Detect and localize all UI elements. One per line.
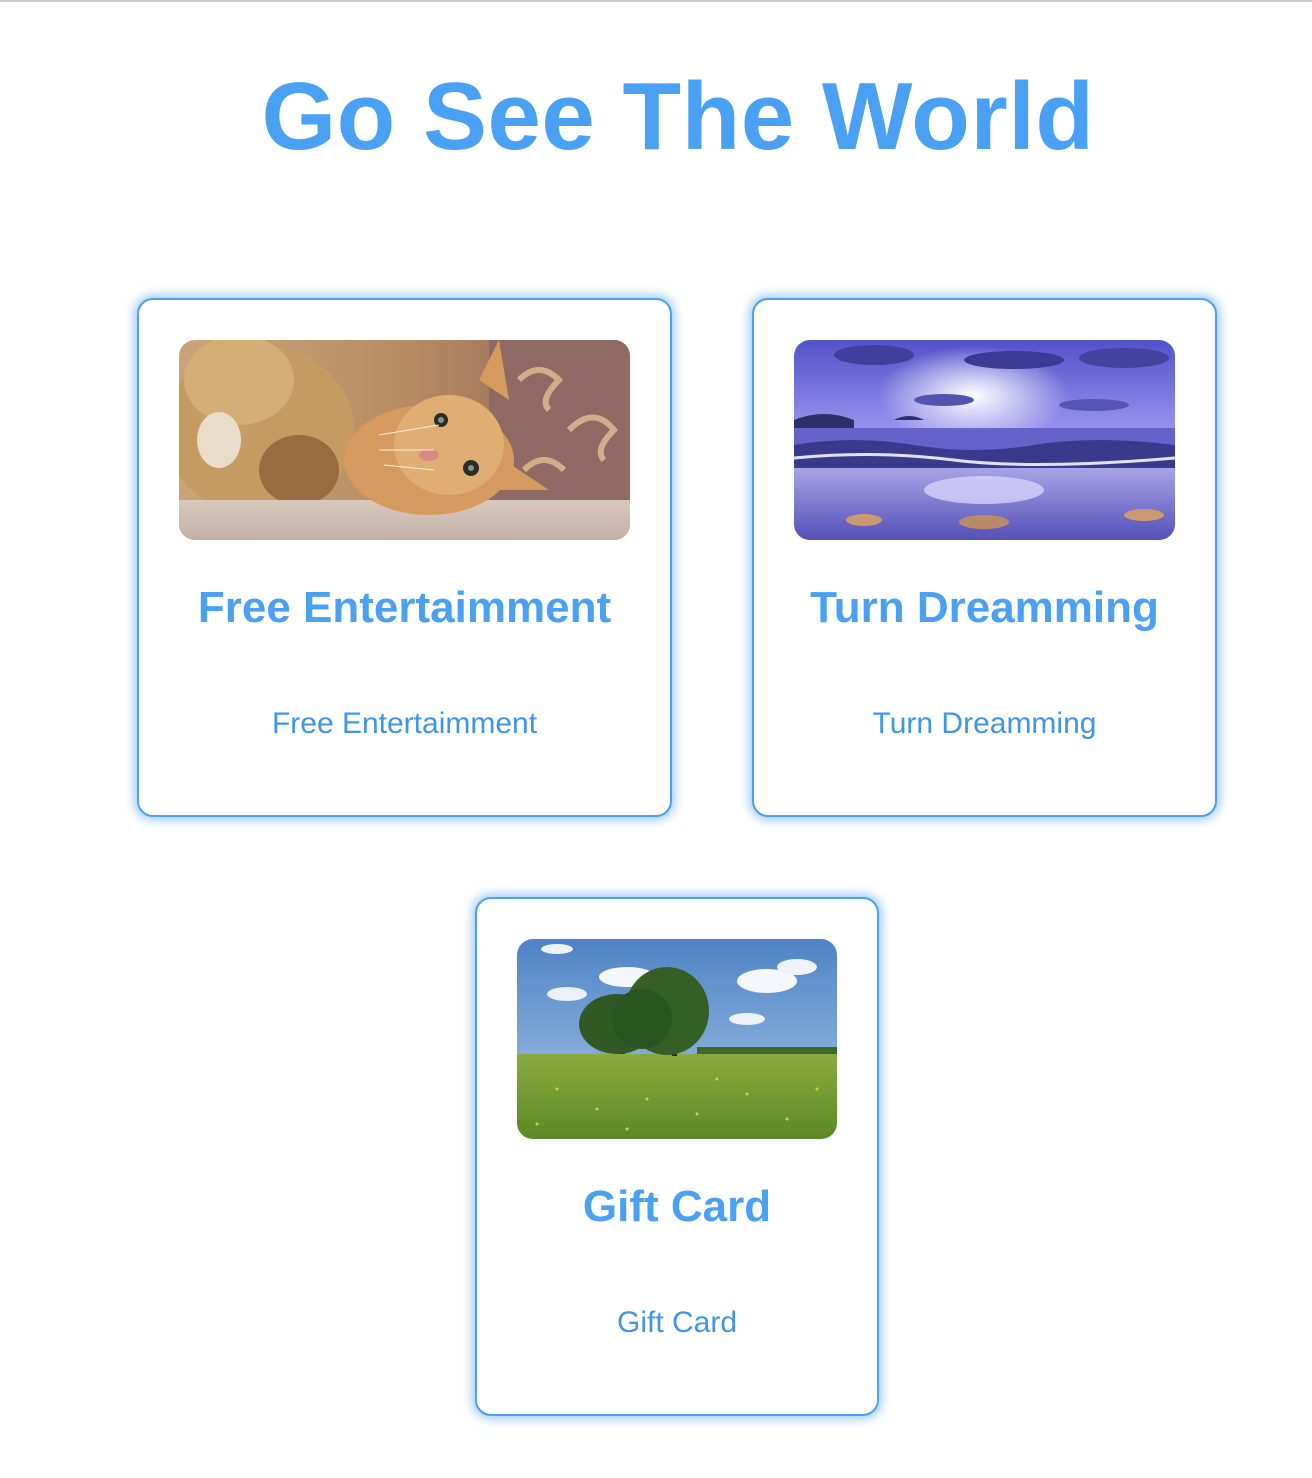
beach-sunset-photo-icon	[794, 340, 1175, 540]
card-link[interactable]: Turn Dreamming	[754, 706, 1215, 742]
card-link[interactable]: Gift Card	[477, 1305, 877, 1341]
cat-photo-icon	[179, 340, 630, 540]
tree-field-photo-image	[517, 939, 837, 1139]
card-free-entertainment[interactable]: Free Entertaimment Free Entertaimment	[137, 298, 672, 817]
page-title: Go See The World	[261, 63, 1095, 170]
card-title: Gift Card	[582, 1182, 772, 1231]
tree-field-photo-icon	[517, 939, 837, 1139]
card-title: Free Entertaimment	[197, 583, 612, 632]
card-gift-card[interactable]: Gift Card Gift Card	[475, 897, 879, 1416]
top-divider	[0, 0, 1312, 2]
card-title: Turn Dreamming	[810, 583, 1159, 632]
card-link[interactable]: Free Entertaimment	[139, 706, 670, 742]
card-turn-dreaming[interactable]: Turn Dreamming Turn Dreamming	[752, 298, 1217, 817]
cat-photo-image	[179, 340, 630, 540]
beach-sunset-photo-image	[794, 340, 1175, 540]
